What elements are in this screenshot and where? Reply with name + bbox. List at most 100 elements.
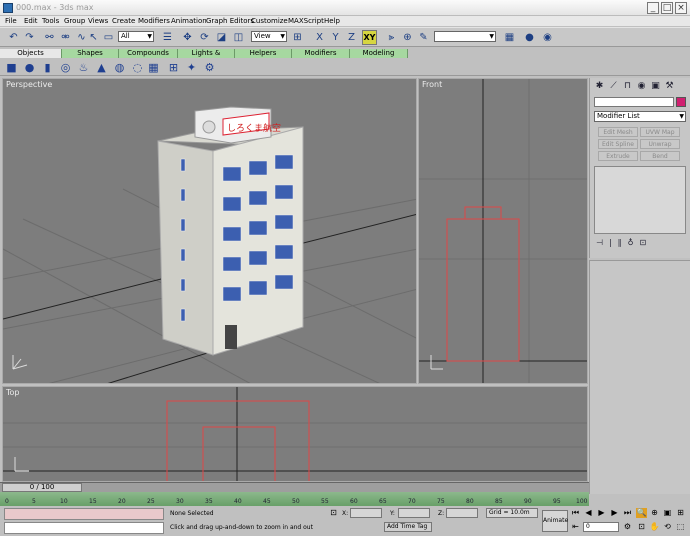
cone-icon[interactable]: ▲	[95, 61, 108, 74]
top-viewport[interactable]: Top	[2, 386, 588, 482]
menu-graph-editors[interactable]: Graph Editors	[206, 16, 254, 26]
named-selection-icon[interactable]: ✎	[416, 30, 431, 45]
track-bar[interactable]: 0 5 10 15 20 25 30 35 40 45 50 55 60 65 …	[0, 492, 589, 506]
sphere-icon[interactable]: ●	[23, 61, 36, 74]
hedra-icon[interactable]: ✦	[185, 61, 198, 74]
move-icon[interactable]: ✥	[180, 30, 195, 45]
time-slider-track[interactable]: 0 / 100	[0, 482, 589, 492]
teapot-icon[interactable]: ♨	[77, 61, 90, 74]
menu-animation[interactable]: Animation	[171, 16, 207, 26]
edit-spline-button[interactable]: Edit Spline	[598, 139, 638, 149]
scale-icon[interactable]: ◪	[214, 30, 229, 45]
tube-icon[interactable]: ◌	[131, 61, 144, 74]
extrude-button[interactable]: Extrude	[598, 151, 638, 161]
z-coordinate-field[interactable]	[446, 508, 478, 518]
menu-help[interactable]: Help	[324, 16, 340, 26]
bones-icon[interactable]: ⚙	[203, 61, 216, 74]
menu-customize[interactable]: Customize	[251, 16, 288, 26]
maximize-viewport-icon[interactable]: ⬚	[675, 522, 686, 532]
perspective-viewport[interactable]: Perspective しろくま航空	[2, 78, 417, 384]
quick-render-icon[interactable]: ◉	[540, 30, 555, 45]
minimize-button[interactable]: _	[647, 2, 659, 14]
tab-lights-cameras[interactable]: Lights & Cameras	[178, 49, 235, 66]
motion-panel-icon[interactable]: ◉	[636, 81, 647, 92]
uvw-map-button[interactable]: UVW Map	[640, 127, 680, 137]
object-color-swatch[interactable]	[676, 97, 686, 107]
menu-file[interactable]: File	[5, 16, 17, 26]
pan-icon[interactable]: ✋	[649, 522, 660, 532]
region-zoom-icon[interactable]: ⊡	[636, 522, 647, 532]
time-slider[interactable]: 0 / 100	[2, 483, 82, 492]
grid-icon[interactable]: ⊞	[167, 61, 180, 74]
go-to-start-icon[interactable]: ⏮	[570, 508, 581, 518]
pivot-center-icon[interactable]: ⊞	[290, 30, 305, 45]
go-to-end-icon[interactable]: ⏭	[622, 508, 633, 518]
undo-icon[interactable]: ↶	[6, 30, 21, 45]
align-icon[interactable]: ⊕	[400, 30, 415, 45]
unwrap-uvw-button[interactable]: Unwrap UVW	[640, 139, 680, 158]
mirror-icon[interactable]: ⫸	[384, 30, 399, 45]
menu-views[interactable]: Views	[88, 16, 108, 26]
zoom-all-icon[interactable]: ⊕	[649, 508, 660, 518]
front-viewport[interactable]: Front	[418, 78, 588, 384]
tab-modeling[interactable]: Modeling	[350, 49, 408, 58]
edit-mesh-button[interactable]: Edit Mesh	[598, 127, 638, 137]
redo-icon[interactable]: ↷	[22, 30, 37, 45]
x-coordinate-field[interactable]	[350, 508, 382, 518]
tab-shapes[interactable]: Shapes	[62, 49, 119, 58]
bend-button[interactable]: Bend	[640, 151, 680, 161]
modifier-stack-list[interactable]	[594, 166, 686, 234]
y-coordinate-field[interactable]	[398, 508, 430, 518]
previous-frame-icon[interactable]: ◀	[583, 508, 594, 518]
play-icon[interactable]: ▶	[596, 508, 607, 518]
add-time-tag-button[interactable]: Add Time Tag	[384, 522, 432, 532]
select-icon[interactable]: ↖	[86, 30, 101, 45]
hierarchy-panel-icon[interactable]: ⊓	[622, 81, 633, 92]
geosphere-icon[interactable]: ◍	[113, 61, 126, 74]
maximize-button[interactable]: □	[661, 2, 673, 14]
material-editor-icon[interactable]: ▦	[502, 30, 517, 45]
utilities-panel-icon[interactable]: ⚒	[664, 81, 675, 92]
axis-xy-button[interactable]: XY	[362, 30, 377, 45]
next-frame-icon[interactable]: ▶	[609, 508, 620, 518]
time-configuration-icon[interactable]: ⚙	[622, 522, 633, 532]
tab-compounds[interactable]: Compounds	[119, 49, 178, 58]
axis-z-button[interactable]: Z	[344, 30, 359, 45]
axis-y-button[interactable]: Y	[328, 30, 343, 45]
create-panel-icon[interactable]: ✱	[594, 81, 605, 92]
tab-objects[interactable]: Objects	[0, 49, 62, 58]
select-region-icon[interactable]: ▭	[101, 30, 116, 45]
torus-icon[interactable]: ◎	[59, 61, 72, 74]
rotate-icon[interactable]: ⟳	[197, 30, 212, 45]
menu-edit[interactable]: Edit	[24, 16, 38, 26]
current-frame-field[interactable]: 0	[583, 522, 619, 532]
modifier-list-dropdown[interactable]: Modifier List ▼	[594, 111, 686, 122]
unlink-icon[interactable]: ⚮	[58, 30, 73, 45]
menu-maxscript[interactable]: MAXScript	[288, 16, 324, 26]
tab-modifiers[interactable]: Modifiers	[292, 49, 350, 58]
menu-tools[interactable]: Tools	[42, 16, 59, 26]
box-icon[interactable]: ■	[5, 61, 18, 74]
menu-modifiers[interactable]: Modifiers	[138, 16, 170, 26]
cylinder-icon[interactable]: ▮	[41, 61, 54, 74]
named-selection-dropdown[interactable]: ▼	[434, 31, 496, 42]
close-button[interactable]: ×	[675, 2, 687, 14]
menu-create[interactable]: Create	[112, 16, 135, 26]
key-mode-icon[interactable]: ⇤	[570, 522, 581, 532]
axis-x-button[interactable]: X	[312, 30, 327, 45]
display-panel-icon[interactable]: ▣	[650, 81, 661, 92]
object-name-field[interactable]	[594, 97, 674, 107]
menu-group[interactable]: Group	[64, 16, 85, 26]
zoom-extents-all-icon[interactable]: ⊞	[675, 508, 686, 518]
selection-filter-dropdown[interactable]: All ▼	[118, 31, 154, 42]
animate-button[interactable]: Animate	[542, 510, 568, 532]
modify-panel-icon[interactable]: ⟋	[608, 81, 619, 92]
maxscript-listener-mini[interactable]	[4, 508, 164, 520]
maxscript-input[interactable]	[4, 522, 164, 534]
plane-icon[interactable]: ▦	[147, 61, 160, 74]
link-icon[interactable]: ⚯	[42, 30, 57, 45]
render-scene-icon[interactable]: ●	[522, 30, 537, 45]
squash-icon[interactable]: ◫	[231, 30, 246, 45]
zoom-icon[interactable]: 🔍	[636, 508, 647, 518]
arc-rotate-icon[interactable]: ⟲	[662, 522, 673, 532]
